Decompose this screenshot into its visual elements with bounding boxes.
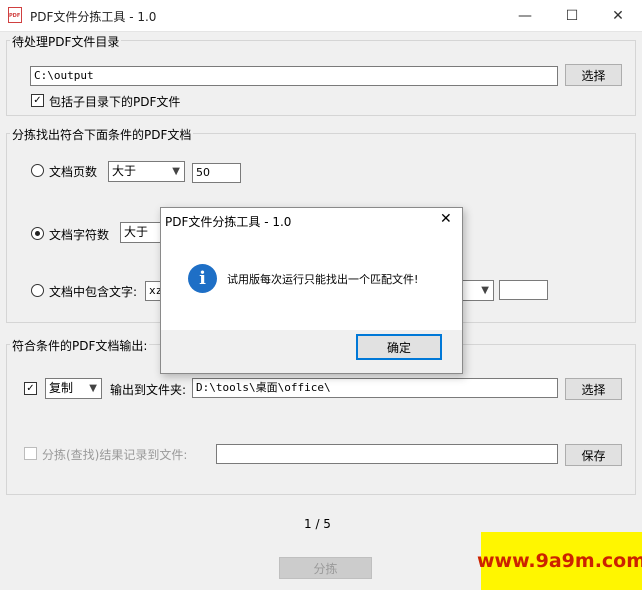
pdf-app-icon: PDF <box>8 7 22 23</box>
site-watermark: www.9a9m.com <box>477 532 642 590</box>
page-count-input[interactable]: 50 <box>192 163 241 183</box>
dialog-title-bar: PDF文件分拣工具 - 1.0 ✕ <box>161 208 462 234</box>
maximize-button[interactable]: ☐ <box>549 0 595 31</box>
char-count-radio[interactable] <box>31 227 44 240</box>
output-target-input[interactable]: D:\tools\桌面\office\ <box>192 378 558 398</box>
log-file-input[interactable] <box>216 444 558 464</box>
log-save-button[interactable]: 保存 <box>565 444 622 466</box>
contains-text-radio[interactable] <box>31 284 44 297</box>
dialog-ok-button[interactable]: 确定 <box>356 334 442 360</box>
page-count-operator-value: 大于 <box>112 164 137 178</box>
contains-text-extra-input[interactable] <box>499 280 548 300</box>
log-enable-checkbox[interactable] <box>24 447 37 460</box>
source-browse-button[interactable]: 选择 <box>565 64 622 86</box>
close-icon: ✕ <box>612 7 624 24</box>
title-bar: PDF PDF文件分拣工具 - 1.0 — ☐ ✕ <box>0 0 642 32</box>
output-browse-button[interactable]: 选择 <box>565 378 622 400</box>
contains-text-option-select[interactable]: ▼ <box>460 280 494 301</box>
source-group-title: 待处理PDF文件目录 <box>10 33 122 50</box>
page-count-label: 文档页数 <box>49 165 98 179</box>
run-sort-button[interactable]: 分拣 <box>279 557 372 579</box>
info-icon: i <box>188 264 217 293</box>
dialog-close-icon[interactable]: ✕ <box>440 211 452 227</box>
output-group-title: 符合条件的PDF文档输出: <box>10 337 150 354</box>
output-mode-value: 复制 <box>49 381 74 395</box>
minimize-icon: — <box>518 7 532 24</box>
window-title: PDF文件分拣工具 - 1.0 <box>30 10 157 24</box>
include-subdirs-checkbox[interactable]: ✓ <box>31 94 44 107</box>
page-count-operator-select[interactable]: 大于 ▼ <box>108 161 185 182</box>
char-count-label: 文档字符数 <box>49 228 110 242</box>
maximize-icon: ☐ <box>565 7 579 24</box>
chevron-down-icon: ▼ <box>89 383 97 394</box>
output-target-label: 输出到文件夹: <box>110 383 187 397</box>
watermark-text: www.9a9m.com <box>476 550 642 572</box>
minimize-button[interactable]: — <box>502 0 548 31</box>
trial-message-dialog: PDF文件分拣工具 - 1.0 ✕ i 试用版每次运行只能找出一个匹配文件! 确… <box>160 207 463 374</box>
char-count-operator-value: 大于 <box>124 225 149 239</box>
chevron-down-icon: ▼ <box>172 166 180 177</box>
checkmark-icon: ✓ <box>33 94 42 106</box>
close-button[interactable]: ✕ <box>595 0 641 31</box>
checkmark-icon: ✓ <box>26 382 35 394</box>
criteria-group-title: 分拣找出符合下面条件的PDF文档 <box>10 126 194 143</box>
source-path-input[interactable]: C:\output <box>30 66 558 86</box>
page-count-radio[interactable] <box>31 164 44 177</box>
include-subdirs-label: 包括子目录下的PDF文件 <box>49 95 181 109</box>
chevron-down-icon: ▼ <box>481 285 489 296</box>
page-indicator: 1 / 5 <box>304 517 331 531</box>
contains-text-label: 文档中包含文字: <box>49 285 138 299</box>
output-enable-checkbox[interactable]: ✓ <box>24 382 37 395</box>
dialog-title: PDF文件分拣工具 - 1.0 <box>165 215 292 229</box>
dialog-message: 试用版每次运行只能找出一个匹配文件! <box>227 273 419 286</box>
output-mode-select[interactable]: 复制 ▼ <box>45 378 102 399</box>
app-icon-text: PDF <box>9 13 21 19</box>
log-label: 分拣(查找)结果记录到文件: <box>42 448 188 462</box>
